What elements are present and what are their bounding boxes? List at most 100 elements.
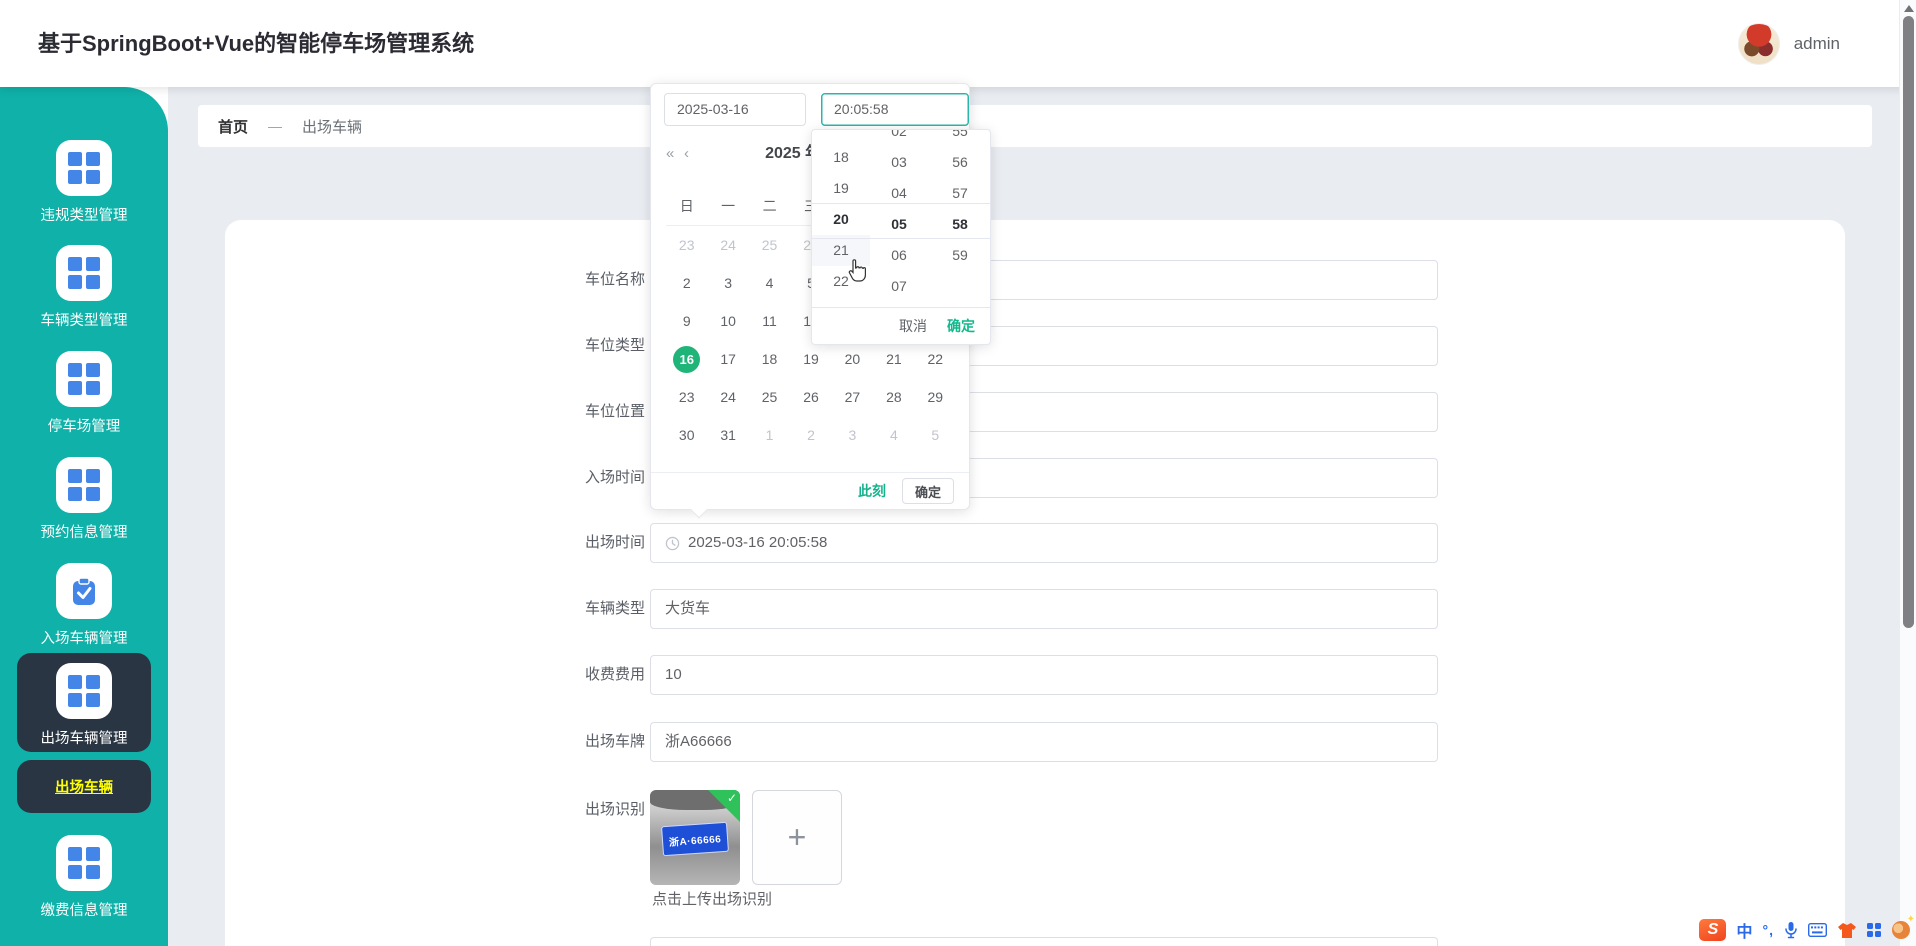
keyboard-icon[interactable] — [1808, 923, 1827, 937]
upload-caption: 点击上传出场识别 — [652, 891, 773, 908]
seconds-column: 55 56 57 58 59 — [928, 130, 990, 295]
calendar-day[interactable]: 2 — [790, 416, 831, 454]
breadcrumb-current: 出场车辆 — [302, 118, 363, 136]
calendar-day[interactable]: 19 — [790, 340, 831, 378]
picker-confirm-button[interactable]: 确定 — [902, 478, 954, 504]
scrollbar-thumb[interactable] — [1903, 16, 1914, 628]
calendar-day[interactable]: 23 — [666, 226, 707, 264]
field-label: 出场时间 — [584, 534, 645, 551]
prev-year-button[interactable]: « — [666, 136, 674, 172]
avatar[interactable] — [1737, 22, 1780, 65]
grid-icon — [56, 835, 112, 891]
toolbox-grid-icon[interactable] — [1867, 922, 1882, 938]
time-cancel-button[interactable]: 取消 — [899, 316, 927, 336]
field-label: 车位位置 — [584, 403, 645, 420]
form-row-vehicle-type: 车辆类型 大货车 — [0, 589, 1916, 629]
uploaded-image-thumbnail[interactable]: 浙A·66666 ✓ — [650, 790, 740, 885]
second-option[interactable]: 55 — [928, 130, 990, 147]
calendar-day[interactable]: 30 — [666, 416, 707, 454]
minute-option[interactable]: 03 — [870, 147, 928, 178]
picker-date-input[interactable]: 2025-03-16 — [664, 93, 806, 126]
calendar-day[interactable]: 2 — [666, 264, 707, 302]
calendar-day[interactable]: 24 — [707, 378, 748, 416]
user-menu[interactable]: admin — [1737, 0, 1840, 87]
exit-time-input[interactable]: 2025-03-16 20:05:58 — [650, 523, 1438, 563]
calendar-day[interactable]: 24 — [707, 226, 748, 264]
fee-input[interactable]: 10 — [650, 655, 1438, 695]
now-link[interactable]: 此刻 — [858, 481, 886, 501]
time-select-dropdown: 18 19 20 21 22 02 03 04 05 06 07 55 56 57 58 59 取消 确定 — [811, 129, 991, 345]
sidebar-subitem-exit-vehicle[interactable]: 出场车辆 — [17, 760, 151, 813]
calendar-day[interactable]: 25 — [749, 226, 790, 264]
calendar-day[interactable]: 29 — [915, 378, 956, 416]
minute-option[interactable]: 05 — [870, 209, 928, 240]
emoji-fox-icon[interactable] — [1892, 914, 1915, 939]
calendar-day[interactable]: 1 — [749, 416, 790, 454]
calendar-day[interactable]: 23 — [666, 378, 707, 416]
skin-shirt-icon[interactable] — [1837, 922, 1857, 939]
hour-option[interactable]: 18 — [812, 142, 870, 173]
calendar-day[interactable]: 26 — [790, 378, 831, 416]
calendar-day[interactable]: 25 — [749, 378, 790, 416]
time-confirm-button[interactable]: 确定 — [947, 316, 975, 336]
time-dropdown-footer: 取消 确定 — [812, 307, 990, 344]
check-icon: ✓ — [726, 791, 737, 805]
calendar-day[interactable]: 11 — [749, 302, 790, 340]
calendar-day[interactable]: 16 — [666, 340, 707, 378]
minute-option[interactable]: 07 — [870, 271, 928, 295]
calendar-day[interactable]: 5 — [915, 416, 956, 454]
picker-time-input[interactable]: 20:05:58 — [821, 93, 969, 126]
prev-month-button[interactable]: ‹ — [684, 136, 689, 172]
chinese-mode-icon[interactable]: 中 — [1736, 918, 1752, 942]
breadcrumb-home[interactable]: 首页 — [218, 116, 248, 137]
calendar-day[interactable]: 4 — [873, 416, 914, 454]
field-label: 出场识别 — [584, 801, 645, 818]
punctuation-icon[interactable]: °, — [1763, 922, 1775, 938]
scroll-up-arrow-icon[interactable] — [1904, 5, 1914, 12]
second-option[interactable]: 56 — [928, 147, 990, 178]
field-label: 出场车牌 — [584, 733, 645, 750]
microphone-icon[interactable] — [1784, 921, 1798, 939]
minute-option[interactable]: 06 — [870, 240, 928, 271]
sogou-logo-icon[interactable]: S — [1699, 919, 1727, 941]
calendar-day[interactable]: 27 — [832, 378, 873, 416]
vehicle-type-input[interactable]: 大货车 — [650, 589, 1438, 629]
second-option[interactable]: 57 — [928, 178, 990, 209]
calendar-day[interactable]: 3 — [832, 416, 873, 454]
calendar-day[interactable]: 17 — [707, 340, 748, 378]
upload-button[interactable]: + — [752, 790, 842, 885]
field-label: 车位名称 — [584, 271, 645, 288]
second-option[interactable]: 58 — [928, 209, 990, 240]
sidebar-item-payment-info[interactable]: 缴费信息管理 — [0, 835, 168, 920]
calendar-day[interactable]: 28 — [873, 378, 914, 416]
exit-plate-input[interactable]: 浙A66666 — [650, 722, 1438, 762]
calendar-day[interactable]: 3 — [707, 264, 748, 302]
breadcrumb-separator: — — [268, 118, 283, 134]
calendar-day[interactable]: 21 — [873, 340, 914, 378]
ime-toolbar: S 中 °, — [1699, 914, 1915, 943]
sidebar-item-violation-type[interactable]: 违规类型管理 — [0, 140, 168, 225]
calendar-day[interactable]: 10 — [707, 302, 748, 340]
calendar-day[interactable]: 4 — [749, 264, 790, 302]
field-label: 收费费用 — [584, 666, 645, 683]
clock-icon — [665, 536, 680, 550]
calendar-day[interactable]: 22 — [915, 340, 956, 378]
spinner-band-top-line — [812, 203, 990, 204]
hour-option[interactable]: 20 — [812, 204, 870, 235]
second-option[interactable]: 59 — [928, 240, 990, 271]
window-scrollbar[interactable] — [1899, 0, 1916, 946]
app-title: 基于SpringBoot+Vue的智能停车场管理系统 — [38, 31, 475, 56]
calendar-day[interactable]: 18 — [749, 340, 790, 378]
minute-option[interactable]: 04 — [870, 178, 928, 209]
hour-option[interactable]: 19 — [812, 173, 870, 204]
weekday-label: 日 — [679, 197, 694, 214]
calendar-day[interactable]: 9 — [666, 302, 707, 340]
breadcrumb: 首页 — 出场车辆 — [198, 105, 1872, 147]
calendar-day[interactable]: 20 — [832, 340, 873, 378]
next-field-input[interactable] — [650, 937, 1438, 946]
calendar-day[interactable]: 31 — [707, 416, 748, 454]
mouse-cursor — [848, 259, 866, 282]
form-row-exit-plate: 出场车牌 浙A66666 — [0, 722, 1916, 762]
minute-option[interactable]: 02 — [870, 130, 928, 147]
plus-icon: + — [787, 819, 807, 855]
